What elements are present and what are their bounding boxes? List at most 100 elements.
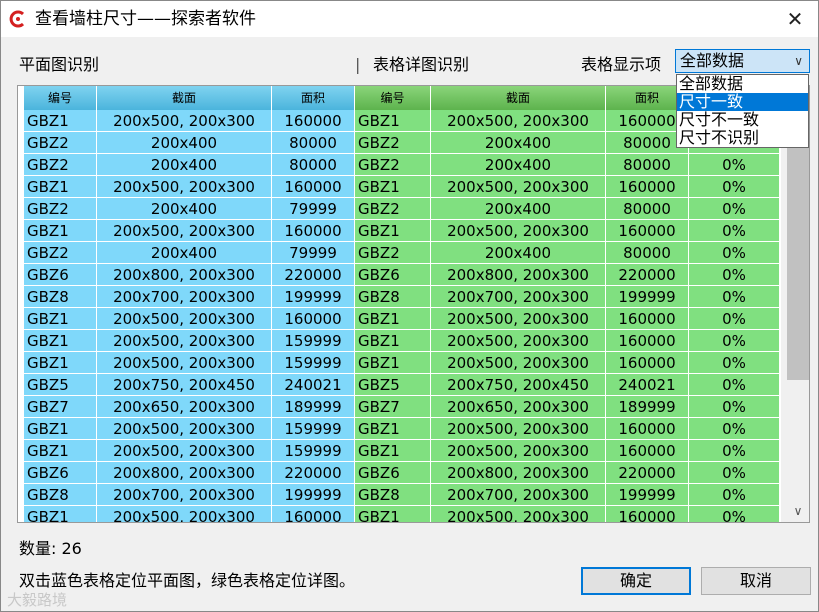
detail-section-cell[interactable]: 200x500, 200x300 (431, 176, 606, 198)
detail-area-cell[interactable]: 199999 (606, 286, 689, 308)
detail-area-cell[interactable]: 160000 (606, 176, 689, 198)
diff-cell[interactable]: 0% (689, 418, 780, 440)
diff-cell[interactable]: 0% (689, 242, 780, 264)
plan-id-cell[interactable]: GBZ7 (24, 396, 97, 418)
filter-option-unrecognized[interactable]: 尺寸不识别 (677, 129, 808, 147)
plan-section-cell[interactable]: 200x800, 200x300 (97, 264, 272, 286)
diff-cell[interactable]: 0% (689, 154, 780, 176)
diff-cell[interactable]: 0% (689, 484, 780, 506)
table-row[interactable]: GBZ1 200x500, 200x300 160000 GBZ1 200x500, 2… (24, 308, 780, 330)
detail-id-cell[interactable]: GBZ1 (355, 418, 431, 440)
plan-section-cell[interactable]: 200x400 (97, 154, 272, 176)
plan-id-cell[interactable]: GBZ1 (24, 308, 97, 330)
plan-id-cell[interactable]: GBZ5 (24, 374, 97, 396)
plan-id-cell[interactable]: GBZ6 (24, 462, 97, 484)
table-row[interactable]: GBZ1 200x500, 200x300 160000 GBZ1 200x500, 2… (24, 110, 780, 132)
detail-area-cell[interactable]: 220000 (606, 264, 689, 286)
plan-id-cell[interactable]: GBZ1 (24, 440, 97, 462)
ok-button[interactable]: 确定 (581, 567, 691, 595)
plan-id-cell[interactable]: GBZ2 (24, 154, 97, 176)
plan-section-cell[interactable]: 200x400 (97, 242, 272, 264)
table-row[interactable]: GBZ8 200x700, 200x300 199999 GBZ8 200x700, 2… (24, 484, 780, 506)
title-bar[interactable]: 查看墙柱尺寸——探索者软件 ✕ (1, 1, 818, 37)
plan-area-cell[interactable]: 160000 (272, 308, 355, 330)
detail-section-cell[interactable]: 200x700, 200x300 (431, 286, 606, 308)
detail-section-cell[interactable]: 200x500, 200x300 (431, 330, 606, 352)
scrollbar-thumb[interactable] (787, 122, 809, 380)
detail-section-cell[interactable]: 200x800, 200x300 (431, 264, 606, 286)
diff-cell[interactable]: 0% (689, 330, 780, 352)
vertical-scrollbar[interactable]: ∨ (781, 86, 809, 522)
plan-id-cell[interactable]: GBZ1 (24, 506, 97, 522)
detail-id-cell[interactable]: GBZ5 (355, 374, 431, 396)
plan-area-cell[interactable]: 159999 (272, 330, 355, 352)
table-row[interactable]: GBZ2200x40080000GBZ2200x400800000% (24, 154, 780, 176)
table-row[interactable]: GBZ1 200x500, 200x300 159999 GBZ1 200x500, 2… (24, 352, 780, 374)
detail-id-cell[interactable]: GBZ1 (355, 352, 431, 374)
diff-cell[interactable]: 0% (689, 308, 780, 330)
detail-section-cell[interactable]: 200x500, 200x300 (431, 440, 606, 462)
plan-section-cell[interactable]: 200x650, 200x300 (97, 396, 272, 418)
detail-id-cell[interactable]: GBZ1 (355, 308, 431, 330)
plan-area-cell[interactable]: 199999 (272, 286, 355, 308)
table-row[interactable]: GBZ1 200x500, 200x300 160000 GBZ1 200x500, 2… (24, 220, 780, 242)
detail-area-cell[interactable]: 160000 (606, 440, 689, 462)
plan-section-cell[interactable]: 200x500, 200x300 (97, 418, 272, 440)
close-icon[interactable]: ✕ (772, 1, 818, 37)
detail-id-cell[interactable]: GBZ8 (355, 484, 431, 506)
plan-id-cell[interactable]: GBZ1 (24, 220, 97, 242)
plan-area-cell[interactable]: 79999 (272, 198, 355, 220)
diff-cell[interactable]: 0% (689, 176, 780, 198)
table-row[interactable]: GBZ5 200x750, 200x450 240021 GBZ5 200x750, 2… (24, 374, 780, 396)
detail-section-cell[interactable]: 200x800, 200x300 (431, 462, 606, 484)
detail-id-cell[interactable]: GBZ2 (355, 154, 431, 176)
detail-area-cell[interactable]: 80000 (606, 242, 689, 264)
plan-section-cell[interactable]: 200x500, 200x300 (97, 506, 272, 522)
diff-cell[interactable]: 0% (689, 198, 780, 220)
plan-id-cell[interactable]: GBZ1 (24, 352, 97, 374)
plan-section-cell[interactable]: 200x500, 200x300 (97, 220, 272, 242)
detail-id-cell[interactable]: GBZ1 (355, 330, 431, 352)
plan-area-cell[interactable]: 160000 (272, 220, 355, 242)
plan-section-cell[interactable]: 200x500, 200x300 (97, 308, 272, 330)
header-detail-id[interactable]: 编号 (355, 86, 431, 110)
plan-area-cell[interactable]: 159999 (272, 352, 355, 374)
diff-cell[interactable]: 0% (689, 396, 780, 418)
filter-option-consistent[interactable]: 尺寸一致 (677, 93, 808, 111)
plan-area-cell[interactable]: 240021 (272, 374, 355, 396)
detail-area-cell[interactable]: 160000 (606, 330, 689, 352)
plan-section-cell[interactable]: 200x800, 200x300 (97, 462, 272, 484)
plan-area-cell[interactable]: 80000 (272, 154, 355, 176)
detail-area-cell[interactable]: 160000 (606, 506, 689, 522)
scroll-down-icon[interactable]: ∨ (787, 502, 809, 520)
table-row[interactable]: GBZ1 200x500, 200x300 160000 GBZ1 200x500, 2… (24, 176, 780, 198)
detail-id-cell[interactable]: GBZ2 (355, 242, 431, 264)
detail-area-cell[interactable]: 240021 (606, 374, 689, 396)
detail-section-cell[interactable]: 200x500, 200x300 (431, 308, 606, 330)
plan-area-cell[interactable]: 160000 (272, 506, 355, 522)
plan-id-cell[interactable]: GBZ6 (24, 264, 97, 286)
detail-section-cell[interactable]: 200x500, 200x300 (431, 418, 606, 440)
table-row[interactable]: GBZ2 200x400 79999 GBZ2 200x400 80000 0% (24, 242, 780, 264)
header-detail-section[interactable]: 截面 (431, 86, 606, 110)
table-row[interactable]: GBZ1 200x500, 200x300 159999 GBZ1 200x500, 2… (24, 418, 780, 440)
detail-section-cell[interactable]: 200x500, 200x300 (431, 220, 606, 242)
detail-area-cell[interactable]: 160000 (606, 418, 689, 440)
plan-id-cell[interactable]: GBZ1 (24, 176, 97, 198)
plan-id-cell[interactable]: GBZ2 (24, 242, 97, 264)
plan-id-cell[interactable]: GBZ1 (24, 418, 97, 440)
detail-area-cell[interactable]: 199999 (606, 484, 689, 506)
plan-section-cell[interactable]: 200x700, 200x300 (97, 286, 272, 308)
detail-id-cell[interactable]: GBZ7 (355, 396, 431, 418)
plan-section-cell[interactable]: 200x750, 200x450 (97, 374, 272, 396)
detail-id-cell[interactable]: GBZ1 (355, 440, 431, 462)
detail-id-cell[interactable]: GBZ1 (355, 220, 431, 242)
plan-area-cell[interactable]: 80000 (272, 132, 355, 154)
detail-area-cell[interactable]: 160000 (606, 308, 689, 330)
plan-area-cell[interactable]: 199999 (272, 484, 355, 506)
plan-area-cell[interactable]: 79999 (272, 242, 355, 264)
plan-area-cell[interactable]: 159999 (272, 418, 355, 440)
plan-area-cell[interactable]: 159999 (272, 440, 355, 462)
detail-area-cell[interactable]: 160000 (606, 220, 689, 242)
filter-option-all[interactable]: 全部数据 (677, 75, 808, 93)
